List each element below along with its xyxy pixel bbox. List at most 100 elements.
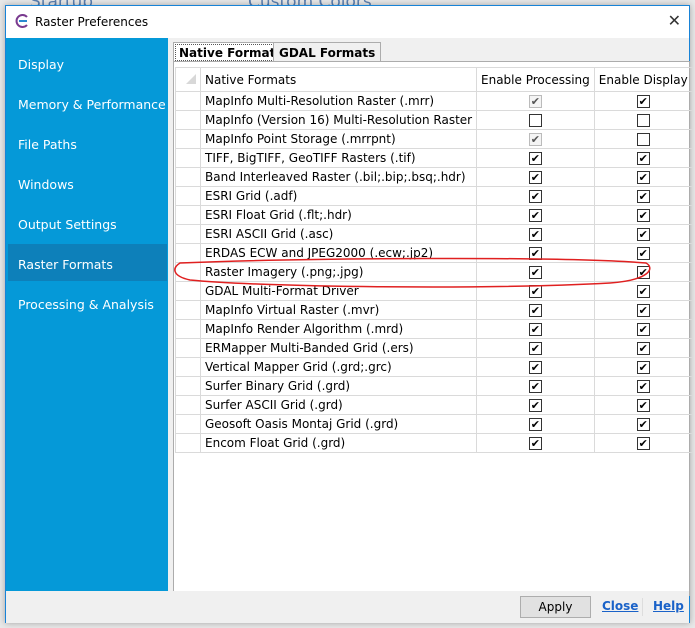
enable-processing-checkbox[interactable] bbox=[528, 114, 542, 127]
enable-processing-checkbox[interactable]: ✔ bbox=[528, 418, 542, 431]
enable-display-checkbox[interactable]: ✔ bbox=[636, 304, 650, 317]
row-header[interactable] bbox=[175, 224, 201, 244]
table-row[interactable]: ERDAS ECW and JPEG2000 (.ecw;.jp2) ✔ ✔ bbox=[175, 243, 693, 263]
table-row[interactable]: Vertical Mapper Grid (.grd;.grc) ✔ ✔ bbox=[175, 357, 693, 377]
row-header[interactable] bbox=[175, 148, 201, 168]
enable-display-checkbox[interactable]: ✔ bbox=[636, 285, 650, 298]
enable-display-checkbox[interactable]: ✔ bbox=[636, 399, 650, 412]
sidebar-item-file-paths[interactable]: File Paths bbox=[8, 124, 167, 161]
enable-display-checkbox[interactable] bbox=[636, 114, 650, 127]
sidebar-item-memory-performance[interactable]: Memory & Performance bbox=[8, 84, 167, 121]
processing-cell: ✔ bbox=[476, 224, 595, 244]
enable-processing-checkbox[interactable]: ✔ bbox=[528, 380, 542, 393]
format-name: MapInfo Multi-Resolution Raster (.mrr) bbox=[200, 91, 477, 111]
tab-gdal-formats[interactable]: GDAL Formats bbox=[273, 42, 382, 62]
table-row[interactable]: MapInfo Render Algorithm (.mrd) ✔ ✔ bbox=[175, 319, 693, 339]
enable-display-checkbox[interactable]: ✔ bbox=[636, 152, 650, 165]
row-header[interactable] bbox=[175, 433, 201, 453]
processing-cell: ✔ bbox=[476, 376, 595, 396]
row-header[interactable] bbox=[175, 243, 201, 263]
table-row[interactable]: ESRI Float Grid (.flt;.hdr) ✔ ✔ bbox=[175, 205, 693, 225]
row-header[interactable] bbox=[175, 205, 201, 225]
row-header[interactable] bbox=[175, 357, 201, 377]
enable-processing-checkbox[interactable]: ✔ bbox=[528, 399, 542, 412]
enable-display-checkbox[interactable]: ✔ bbox=[636, 418, 650, 431]
enable-processing-checkbox[interactable]: ✔ bbox=[528, 437, 542, 450]
column-header-native-formats[interactable]: Native Formats bbox=[200, 67, 477, 92]
table-row[interactable]: Encom Float Grid (.grd) ✔ ✔ bbox=[175, 433, 693, 453]
enable-processing-checkbox[interactable]: ✔ bbox=[528, 342, 542, 355]
enable-processing-checkbox[interactable]: ✔ bbox=[528, 361, 542, 374]
column-header-enable-display[interactable]: Enable Display bbox=[593, 67, 693, 92]
enable-display-checkbox[interactable]: ✔ bbox=[636, 380, 650, 393]
sidebar-item-raster-formats[interactable]: Raster Formats bbox=[8, 244, 167, 281]
enable-display-checkbox[interactable]: ✔ bbox=[636, 361, 650, 374]
close-window-button[interactable]: ✕ bbox=[668, 11, 681, 30]
enable-display-checkbox[interactable]: ✔ bbox=[636, 342, 650, 355]
enable-display-checkbox[interactable]: ✔ bbox=[636, 171, 650, 184]
row-header[interactable] bbox=[175, 262, 201, 282]
sidebar-item-processing-analysis[interactable]: Processing & Analysis bbox=[8, 284, 167, 321]
enable-display-checkbox[interactable]: ✔ bbox=[636, 437, 650, 450]
enable-processing-checkbox[interactable]: ✔ bbox=[528, 304, 542, 317]
table-row[interactable]: Band Interleaved Raster (.bil;.bip;.bsq;… bbox=[175, 167, 693, 187]
enable-processing-checkbox[interactable]: ✔ bbox=[528, 228, 542, 241]
enable-display-checkbox[interactable]: ✔ bbox=[636, 266, 650, 279]
row-header[interactable] bbox=[175, 167, 201, 187]
close-link[interactable]: Close bbox=[602, 599, 638, 613]
processing-cell: ✔ bbox=[476, 262, 595, 282]
enable-processing-checkbox[interactable]: ✔ bbox=[528, 190, 542, 203]
enable-processing-checkbox[interactable]: ✔ bbox=[528, 323, 542, 336]
enable-processing-checkbox[interactable]: ✔ bbox=[528, 171, 542, 184]
row-header[interactable] bbox=[175, 186, 201, 206]
row-header[interactable] bbox=[175, 395, 201, 415]
table-row[interactable]: Geosoft Oasis Montaj Grid (.grd) ✔ ✔ bbox=[175, 414, 693, 434]
tab-native-formats[interactable]: Native Formats bbox=[173, 42, 289, 63]
processing-cell: ✔ bbox=[476, 395, 595, 415]
column-header-enable-processing[interactable]: Enable Processing bbox=[476, 67, 595, 92]
processing-cell: ✔ bbox=[476, 186, 595, 206]
table-row[interactable]: Surfer ASCII Grid (.grd) ✔ ✔ bbox=[175, 395, 693, 415]
enable-display-checkbox[interactable]: ✔ bbox=[636, 247, 650, 260]
table-row[interactable]: Surfer Binary Grid (.grd) ✔ ✔ bbox=[175, 376, 693, 396]
enable-display-checkbox[interactable]: ✔ bbox=[636, 323, 650, 336]
apply-button[interactable]: Apply bbox=[520, 596, 591, 618]
sidebar-item-display[interactable]: Display bbox=[8, 44, 167, 81]
table-row[interactable]: MapInfo Multi-Resolution Raster (.mrr) ✔… bbox=[175, 91, 693, 111]
enable-processing-checkbox[interactable]: ✔ bbox=[528, 133, 542, 146]
row-header[interactable] bbox=[175, 281, 201, 301]
enable-processing-checkbox[interactable]: ✔ bbox=[528, 152, 542, 165]
enable-processing-checkbox[interactable]: ✔ bbox=[528, 266, 542, 279]
enable-display-checkbox[interactable]: ✔ bbox=[636, 95, 650, 108]
enable-processing-checkbox[interactable]: ✔ bbox=[528, 247, 542, 260]
sidebar-item-windows[interactable]: Windows bbox=[8, 164, 167, 201]
enable-processing-checkbox[interactable]: ✔ bbox=[528, 285, 542, 298]
table-row[interactable]: MapInfo (Version 16) Multi-Resolution Ra… bbox=[175, 110, 693, 130]
row-header[interactable] bbox=[175, 319, 201, 339]
sidebar-item-output-settings[interactable]: Output Settings bbox=[8, 204, 167, 241]
enable-processing-checkbox[interactable]: ✔ bbox=[528, 95, 542, 108]
enable-display-checkbox[interactable]: ✔ bbox=[636, 228, 650, 241]
select-all-corner[interactable] bbox=[175, 67, 201, 92]
table-row[interactable]: ESRI Grid (.adf) ✔ ✔ bbox=[175, 186, 693, 206]
row-header[interactable] bbox=[175, 414, 201, 434]
table-row[interactable]: MapInfo Virtual Raster (.mvr) ✔ ✔ bbox=[175, 300, 693, 320]
row-header[interactable] bbox=[175, 300, 201, 320]
table-row[interactable]: Raster Imagery (.png;.jpg) ✔ ✔ bbox=[175, 262, 693, 282]
processing-cell: ✔ bbox=[476, 91, 595, 111]
row-header[interactable] bbox=[175, 129, 201, 149]
enable-processing-checkbox[interactable]: ✔ bbox=[528, 209, 542, 222]
enable-display-checkbox[interactable]: ✔ bbox=[636, 190, 650, 203]
table-row[interactable]: MapInfo Point Storage (.mrrpnt) ✔ bbox=[175, 129, 693, 149]
help-link[interactable]: Help bbox=[653, 599, 684, 613]
table-row[interactable]: ERMapper Multi-Banded Grid (.ers) ✔ ✔ bbox=[175, 338, 693, 358]
row-header[interactable] bbox=[175, 376, 201, 396]
table-row[interactable]: TIFF, BigTIFF, GeoTIFF Rasters (.tif) ✔ … bbox=[175, 148, 693, 168]
row-header[interactable] bbox=[175, 91, 201, 111]
enable-display-checkbox[interactable]: ✔ bbox=[636, 209, 650, 222]
row-header[interactable] bbox=[175, 110, 201, 130]
row-header[interactable] bbox=[175, 338, 201, 358]
table-row[interactable]: ESRI ASCII Grid (.asc) ✔ ✔ bbox=[175, 224, 693, 244]
table-row[interactable]: GDAL Multi-Format Driver ✔ ✔ bbox=[175, 281, 693, 301]
enable-display-checkbox[interactable] bbox=[636, 133, 650, 146]
